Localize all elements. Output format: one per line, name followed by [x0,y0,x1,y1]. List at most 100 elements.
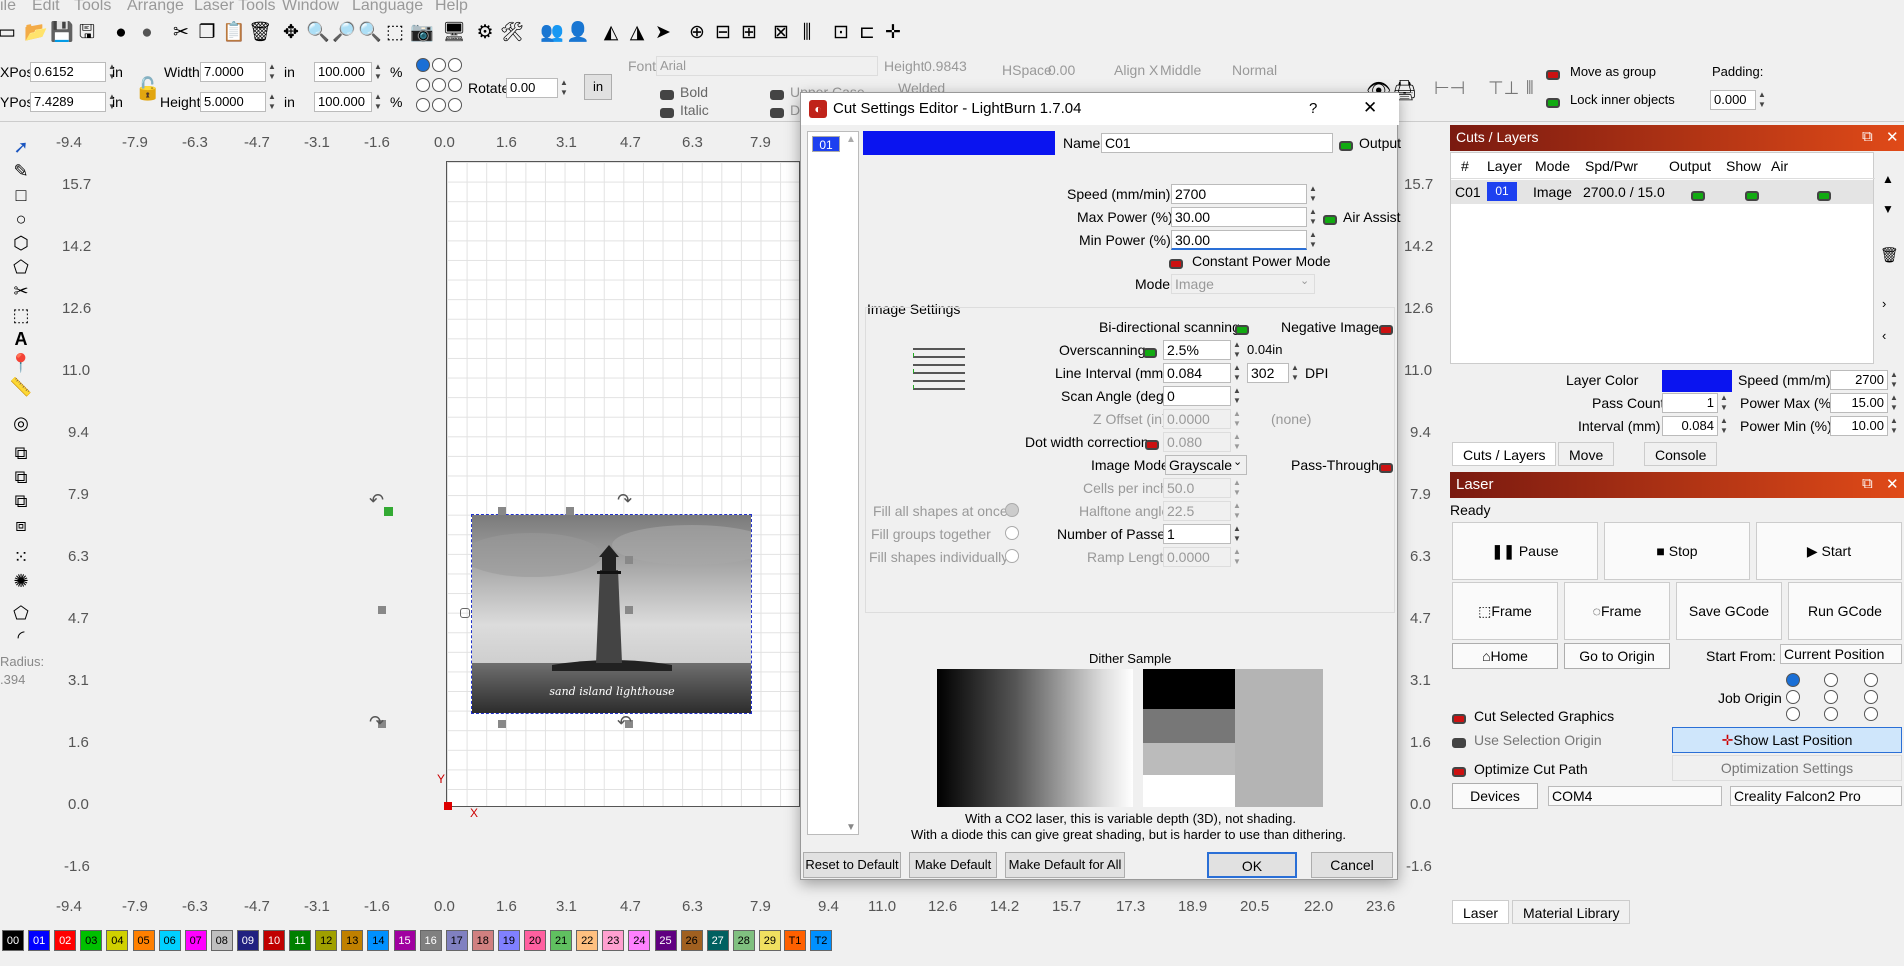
rotate-handle-icon[interactable]: ↶ [617,712,632,733]
cut-icon[interactable]: ✂ [170,22,192,44]
distribute-icon[interactable]: ⊠ [770,22,792,44]
power-max-spinner[interactable]: ▲ ▼ [1888,393,1900,413]
palette-swatch-09[interactable]: 09 [236,930,259,951]
overscanning-toggle[interactable] [1143,344,1157,361]
pass-count-spinner[interactable]: ▲ ▼ [1718,393,1730,413]
anchor-mc-radio[interactable] [432,78,446,92]
corner-tool-icon[interactable]: ⬠ [9,602,33,624]
anchor-br-radio[interactable] [448,98,462,112]
passes-input[interactable]: 1 [1163,524,1231,544]
job-origin-radio[interactable] [1824,673,1838,687]
frame-tool-icon[interactable]: ⬚ [9,304,33,326]
hspace-value[interactable]: 0.00 [1048,62,1075,78]
tab-laser[interactable]: Laser [1452,900,1510,924]
export-icon[interactable]: ● [136,22,158,44]
polygon-tool-icon[interactable]: ⬡ [9,232,33,254]
interval-input[interactable]: 0.084 [1662,416,1718,436]
save-gcode-button[interactable]: Save GCode [1676,582,1782,640]
boolean-diff-icon[interactable]: ⧉ [9,466,33,488]
halftone-angle-spinner[interactable]: ▲ ▼ [1231,501,1243,521]
palette-swatch-15[interactable]: 15 [393,930,416,951]
palette-swatch-13[interactable]: 13 [341,930,364,951]
ypos-input[interactable]: 7.4289 [30,92,106,112]
ok-button[interactable]: OK [1207,852,1297,878]
reset-to-default-button[interactable]: Reset to Default [803,852,901,878]
interval-spinner[interactable]: ▲ ▼ [1718,416,1730,436]
max-power-input[interactable]: 30.00 [1171,207,1307,227]
palette-swatch-28[interactable]: 28 [732,930,755,951]
align-center-icon[interactable]: ⊞ [738,22,760,44]
stop-button[interactable]: ■ Stop [1604,522,1750,580]
scroll-down-icon[interactable]: ▼ [846,822,856,833]
array-icon[interactable]: ⁙ [9,546,33,568]
make-default-button[interactable]: Make Default [909,852,997,878]
overscanning-input[interactable]: 2.5% [1163,340,1231,360]
speed-input[interactable]: 2700 [1171,184,1307,204]
tools-icon[interactable]: 🛠 [500,22,524,44]
user-icon[interactable]: 👤 [566,22,590,44]
float-panel-icon[interactable]: ⧉ [1862,128,1873,145]
table-row[interactable]: C01 01 Image 2700.0 / 15.0 [1451,180,1873,204]
cut-selected-toggle[interactable] [1452,710,1466,727]
palette-swatch-T1[interactable]: T1 [784,930,806,951]
ramp-length-input[interactable]: 0.0000 [1163,547,1231,567]
scale-width-spinner[interactable]: ▲ ▼ [372,62,384,82]
edit-nodes-icon[interactable]: ✂ [9,280,33,302]
menu-language[interactable]: Language [352,0,423,15]
palette-swatch-26[interactable]: 26 [680,930,703,951]
mode-select[interactable]: Image [1171,274,1315,294]
text-height-value[interactable]: 0.9843 [924,58,967,74]
xpos-input[interactable]: 0.6152 [30,62,106,82]
tab-material-library[interactable]: Material Library [1512,900,1631,924]
boolean-union-icon[interactable]: ⧉ [9,442,33,464]
speed-spinner[interactable]: ▲ ▼ [1307,184,1319,204]
make-default-for-all-button[interactable]: Make Default for All [1005,852,1125,878]
col-header[interactable]: Air [1771,158,1788,174]
job-origin-radio[interactable] [1786,690,1800,704]
power-max-input[interactable]: 15.00 [1830,393,1888,413]
menu-laser-tools[interactable]: Laser Tools [194,0,276,15]
job-origin-radio[interactable] [1864,673,1878,687]
tab-move[interactable]: Move [1558,442,1615,466]
float-panel-icon[interactable]: ⧉ [1862,475,1873,492]
line-interval-input[interactable]: 0.084 [1163,363,1231,383]
palette-swatch-18[interactable]: 18 [471,930,494,951]
measure-tool-icon[interactable]: 📏 [9,376,33,398]
col-header[interactable]: # [1461,158,1469,174]
palette-swatch-12[interactable]: 12 [315,930,338,951]
job-origin-radio[interactable] [1864,707,1878,721]
job-origin-radio[interactable] [1786,707,1800,721]
zoom-out-icon[interactable]: 🔎 [332,22,356,44]
menu-edit[interactable]: Edit [32,0,60,15]
row-air-toggle[interactable] [1817,187,1831,204]
selection-handle[interactable] [498,507,506,515]
padding-spinner[interactable]: ▲ ▼ [1756,90,1768,110]
palette-swatch-01[interactable]: 01 [28,930,51,951]
row-show-toggle[interactable] [1745,187,1759,204]
palette-swatch-27[interactable]: 27 [706,930,729,951]
align-top-icon[interactable]: ⊤⊥ [1488,78,1519,99]
run-gcode-button[interactable]: Run GCode [1788,582,1902,640]
selection-handle[interactable] [378,606,386,614]
save-icon[interactable]: 💾 [50,22,74,44]
speed-mm-input[interactable]: 2700 [1830,370,1888,390]
devices-button[interactable]: Devices [1452,783,1538,809]
zoom-selection-icon[interactable]: ⬚ [384,22,406,44]
frame-circle-button[interactable]: ◌Frame [1564,582,1670,640]
job-origin-radio[interactable] [1824,707,1838,721]
align-icon[interactable]: ⊟ [712,22,734,44]
new-file-icon[interactable]: ▭ [0,22,18,44]
palette-swatch-22[interactable]: 22 [576,930,599,951]
camera-icon[interactable]: 📷 [410,22,434,44]
line-interval-spinner[interactable]: ▲ ▼ [1231,363,1243,383]
palette-swatch-03[interactable]: 03 [80,930,103,951]
tab-cuts-layers[interactable]: Cuts / Layers [1452,442,1557,466]
delete-layer-icon[interactable]: 🗑 [1880,246,1899,264]
move-as-group-toggle[interactable] [1546,66,1560,83]
rotate-spinner[interactable]: ▲ ▼ [558,78,570,98]
layer-list-item[interactable]: 01 [812,136,840,152]
z-offset-input[interactable]: 0.0000 [1163,409,1231,429]
fill-groups-radio[interactable] [1005,526,1019,540]
rotate-handle-icon[interactable]: ↶ [369,490,384,511]
width-input[interactable]: 7.0000 [200,62,266,82]
